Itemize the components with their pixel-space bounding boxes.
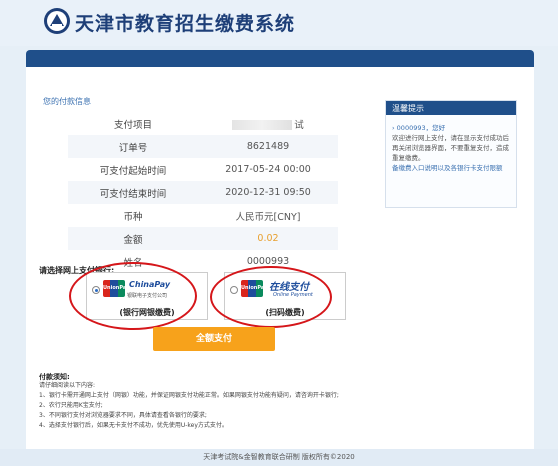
info-label: 金额	[123, 234, 143, 246]
annotation-circle	[210, 266, 332, 328]
info-value: 8621489	[246, 141, 290, 152]
info-label: 订单号	[118, 142, 148, 154]
tips-greeting-text: 0000993，您好	[396, 124, 446, 132]
pay-full-button[interactable]: 全额支付	[153, 327, 275, 351]
tips-link[interactable]: 备缴费入口说明以及各银行卡支付限额	[392, 163, 510, 173]
masked-text	[232, 120, 293, 130]
tips-body: › 0000993，您好 欢迎进行网上支付，请在显示支付成功后再关闭浏览器界面，…	[386, 115, 516, 173]
footer: 天津考试院&金智教育联合研制 版权所有©2020	[0, 449, 558, 466]
info-value: 2020-12-31 09:50	[225, 187, 311, 198]
info-value-text: 试	[294, 119, 304, 131]
info-value: 2017-05-24 00:00	[225, 164, 311, 175]
info-label: 支付项目	[113, 119, 152, 131]
emblem-logo-icon	[44, 8, 70, 34]
info-label: 可支付起始时间	[99, 165, 167, 177]
note-item: 请仔细阅读以下内容:	[39, 382, 96, 389]
site-title: 天津市教育招生缴费系统	[75, 13, 296, 35]
note-item: 1、银行卡需开通网上支付（网银）功能，并保证网银支付功能正常。如果网银支付功能有…	[39, 392, 339, 399]
note-item: 4、选择支付银行后，如果无卡支付不成功，优先使用U-key方式支付。	[39, 422, 228, 429]
notes-list: 请仔细阅读以下内容: 1、银行卡需开通网上支付（网银）功能，并保证网银支付功能正…	[39, 381, 479, 431]
info-row-end-time: 可支付结束时间 2020-12-31 09:50	[68, 181, 338, 204]
info-row-order: 订单号 8621489	[68, 135, 338, 158]
amount-value: 0.02	[257, 233, 279, 244]
tips-greeting: › 0000993，您好	[392, 124, 446, 132]
payment-info-table: 支付项目 试 订单号 8621489 可支付起始时间 2017-05-24 00…	[68, 112, 338, 273]
top-banner-bar	[26, 50, 534, 67]
info-label: 可支付结束时间	[99, 188, 167, 200]
info-row-amount: 金额 0.02	[68, 227, 338, 250]
info-row-currency: 币种 人民币元[CNY]	[68, 204, 338, 227]
info-value-project: 试	[198, 117, 338, 131]
info-label: 币种	[123, 211, 143, 223]
note-item: 2、农行只能用K宝支付;	[39, 402, 103, 409]
tips-title: 温馨提示	[386, 101, 516, 115]
note-item: 3、不同银行支付对浏览器要求不同，具体请查看各银行的要求;	[39, 412, 207, 419]
info-row-start-time: 可支付起始时间 2017-05-24 00:00	[68, 158, 338, 181]
annotation-circle	[69, 262, 197, 330]
info-row-project: 支付项目 试	[68, 112, 338, 135]
site-header: 天津市教育招生缴费系统	[0, 0, 558, 46]
tips-box: 温馨提示 › 0000993，您好 欢迎进行网上支付，请在显示支付成功后再关闭浏…	[385, 100, 517, 208]
section-title: 您的付款信息	[43, 97, 91, 106]
info-value: 人民币元[CNY]	[235, 211, 301, 223]
tips-text: 欢迎进行网上支付，请在显示支付成功后再关闭浏览器界面，不要重复支付，造成重复缴费…	[392, 134, 509, 163]
